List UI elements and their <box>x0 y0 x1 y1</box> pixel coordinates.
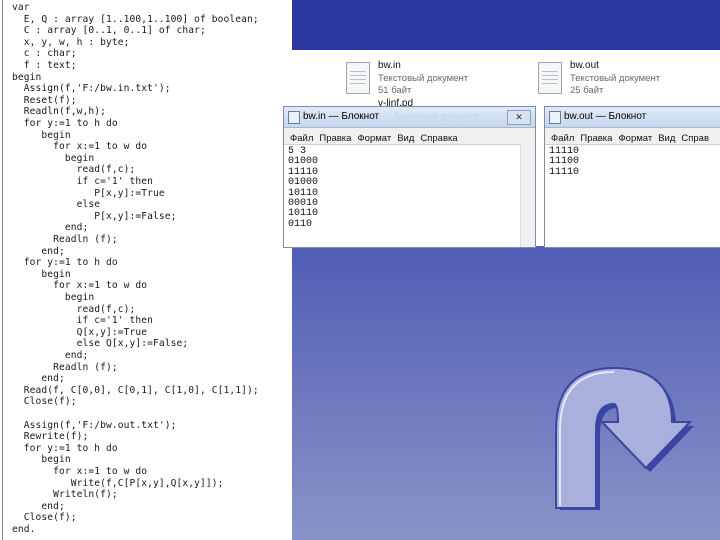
menu-item[interactable]: Файл <box>290 131 313 144</box>
code-line: begin <box>12 152 95 164</box>
vertical-scrollbar[interactable] <box>520 144 535 247</box>
text-area[interactable]: 11110 11100 11110 <box>545 145 720 180</box>
code-line: Close(f); <box>12 512 77 524</box>
menu-item[interactable]: Вид <box>658 131 675 144</box>
file-size: 51 байт <box>378 85 412 96</box>
title-bar[interactable]: bw.out — Блокнот <box>545 107 720 128</box>
text-line: 11110 <box>549 166 580 178</box>
code-line: Readln (f); <box>12 234 118 245</box>
code-line: Writeln(f); <box>12 489 118 501</box>
code-line: Assign(f,'F:/bw.in.txt'); <box>12 83 171 95</box>
code-line: Readln(f,w,h); <box>12 106 107 118</box>
file-name: bw.in <box>378 60 401 71</box>
code-line: read(f,c); <box>12 303 136 315</box>
menu-bar: Файл Правка Формат Вид Справка <box>284 128 535 145</box>
text-line: 01000 <box>288 177 319 189</box>
code-line: Q[x,y]:=True <box>12 326 148 338</box>
code-line: end; <box>12 245 65 257</box>
code-line: end; <box>12 500 65 512</box>
menu-item[interactable]: Формат <box>357 131 391 144</box>
code-line: begin <box>12 292 95 303</box>
code-line: begin <box>12 71 42 83</box>
code-line: if c='1' then <box>12 176 154 187</box>
file-name: bw.out <box>570 60 599 71</box>
notepad-icon <box>549 111 561 124</box>
code-line: read(f,c); <box>12 164 136 176</box>
file-type: Текстовый документ <box>570 73 661 84</box>
slide-header-band <box>292 0 720 50</box>
text-line: 10110 <box>288 208 319 220</box>
text-line: 01000 <box>288 156 319 168</box>
code-line: Close(f); <box>12 396 77 408</box>
menu-item[interactable]: Справ <box>681 131 709 144</box>
code-line: end; <box>12 222 89 234</box>
code-line: begin <box>12 454 71 466</box>
code-line: for y:=1 to h do <box>12 442 118 454</box>
code-line: Rewrite(f); <box>12 431 89 443</box>
code-line: E, Q : array [1..100,1..100] of boolean; <box>12 13 259 25</box>
code-line: if c='1' then <box>12 315 154 327</box>
code-line: for y:=1 to h do <box>12 118 118 129</box>
code-line: Readln (f); <box>12 361 118 373</box>
file-type: Текстовый документ <box>378 73 469 84</box>
code-line: begin <box>12 268 71 280</box>
code-line: P[x,y]:=True <box>12 187 165 199</box>
code-line: c : char; <box>12 48 77 60</box>
text-line: 5 3 <box>288 146 307 157</box>
code-line: Read(f, C[0,0], C[0,1], C[1,0], C[1,1]); <box>12 384 259 396</box>
code-line: C : array [0..1, 0..1] of char; <box>12 25 206 37</box>
code-line: Write(f,C[P[x,y],Q[x,y]]); <box>12 477 224 489</box>
menu-item[interactable]: Формат <box>618 131 652 144</box>
file-size: 25 байт <box>570 85 604 96</box>
menu-item[interactable]: Вид <box>397 131 414 144</box>
text-document-icon <box>346 62 370 94</box>
code-line: else <box>12 199 101 211</box>
code-line: x, y, w, h : byte; <box>12 36 130 48</box>
code-line: else Q[x,y]:=False; <box>12 338 189 350</box>
menu-item[interactable]: Справка <box>420 131 457 144</box>
text-line: 11110 <box>288 166 319 178</box>
code-line: for y:=1 to h do <box>12 257 118 269</box>
code-line: end; <box>12 350 89 361</box>
code-line: Assign(f,'F:/bw.out.txt'); <box>12 419 177 431</box>
code-line: end; <box>12 373 65 385</box>
code-line: for x:=1 to w do <box>12 141 148 153</box>
window-title-ghost: Текстовый документ <box>394 111 480 121</box>
code-line: Reset(f); <box>12 94 77 106</box>
code-line: for x:=1 to w do <box>12 280 148 292</box>
text-document-icon <box>538 62 562 94</box>
notepad-window-bw-out[interactable]: bw.out — Блокнот Файл Правка Формат Вид Спра… <box>544 106 720 248</box>
notepad-window-bw-in[interactable]: bw.in — Блокнот Текстовый документ ✕ Фай… <box>283 106 536 248</box>
pascal-code-listing: var E, Q : array [1..100,1..100] of bool… <box>0 0 292 540</box>
text-line: 10110 <box>288 187 319 199</box>
u-turn-arrow-icon[interactable] <box>520 360 720 510</box>
close-button[interactable]: ✕ <box>507 110 531 125</box>
text-line: 00010 <box>288 198 319 210</box>
menu-item[interactable]: Файл <box>551 131 574 144</box>
code-line: for x:=1 to w do <box>12 466 148 477</box>
window-title: bw.out — Блокнот <box>564 111 647 122</box>
menu-item[interactable]: Правка <box>580 131 612 144</box>
window-title: bw.in — Блокнот <box>303 111 380 122</box>
title-bar[interactable]: bw.in — Блокнот Текстовый документ ✕ <box>284 107 535 128</box>
notepad-icon <box>288 111 300 124</box>
code-line: begin <box>12 129 71 141</box>
code-line: f : text; <box>12 60 77 71</box>
code-line: var <box>12 2 30 13</box>
menu-bar: Файл Правка Формат Вид Справ <box>545 128 720 145</box>
code-line: end. <box>12 524 36 535</box>
text-area[interactable]: 5 3 01000 11110 01000 10110 00010 10110 0110 <box>284 145 535 232</box>
menu-item[interactable]: Правка <box>319 131 351 144</box>
code-left-border <box>2 0 3 540</box>
file-item-bw-out[interactable]: bw.out Текстовый документ 25 байт <box>538 60 708 106</box>
text-line: 0110 <box>288 218 313 230</box>
code-line: P[x,y]:=False; <box>12 210 177 222</box>
